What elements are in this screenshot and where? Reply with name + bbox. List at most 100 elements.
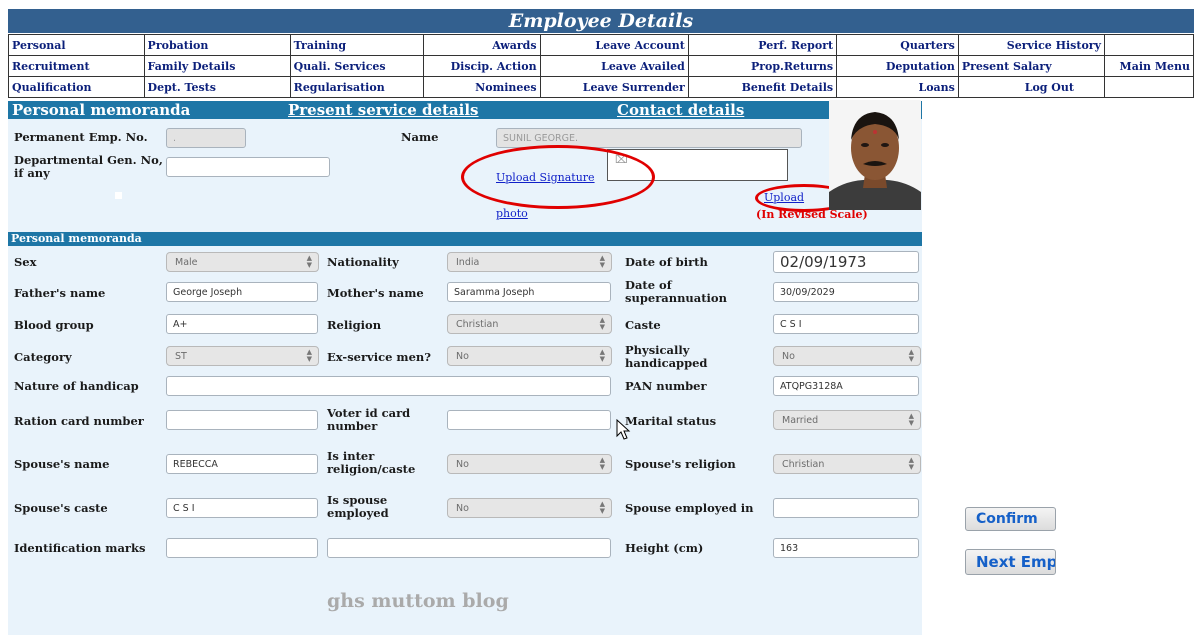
annotation-circle-signature [461, 145, 655, 209]
menu-probation[interactable]: Probation [143, 34, 291, 56]
menu-awards[interactable]: Awards [423, 34, 541, 56]
menu-personal[interactable]: Personal [8, 34, 145, 56]
sex-select[interactable]: Male ▲ ▼ [166, 252, 319, 272]
dob-field[interactable]: 02/09/1973 [773, 251, 919, 273]
menu-prop-returns[interactable]: Prop.Returns [687, 55, 838, 77]
tab-personal-memoranda[interactable]: Personal memoranda [12, 101, 190, 119]
menu-recruitment[interactable]: Recruitment [8, 55, 145, 77]
stepper-icon: ▲ ▼ [908, 348, 914, 363]
spouse-emp-in-field[interactable] [773, 498, 919, 518]
sex-value: Male [175, 257, 198, 268]
spouse-name-field[interactable]: REBECCA [166, 454, 318, 474]
marital-value: Married [782, 415, 819, 426]
panel-header: Personal memoranda Present service detai… [8, 101, 922, 119]
religion-value: Christian [456, 319, 499, 330]
handicap-label: Nature of handicap [14, 379, 139, 393]
inter-select[interactable]: No ▲ ▼ [447, 454, 612, 474]
physically-select[interactable]: No ▲ ▼ [773, 346, 921, 366]
spouse-name-label: Spouse's name [14, 457, 110, 471]
marital-select[interactable]: Married ▲ ▼ [773, 410, 921, 430]
menu-leave-account[interactable]: Leave Account [539, 34, 689, 56]
name-label: Name [401, 130, 439, 144]
menu-loans[interactable]: Loans [836, 76, 959, 98]
menu-deputation[interactable]: Deputation [836, 55, 959, 77]
menu-leave-surrender[interactable]: Leave Surrender [539, 76, 689, 98]
category-select[interactable]: ST ▲ ▼ [166, 346, 319, 366]
spouse-employed-select[interactable]: No ▲ ▼ [447, 498, 612, 518]
father-field[interactable]: George Joseph [166, 282, 318, 302]
caste-label: Caste [625, 318, 661, 332]
voter-label: Voter id card number [327, 406, 411, 433]
menu-family-details[interactable]: Family Details [143, 55, 291, 77]
spouse-religion-select[interactable]: Christian ▲ ▼ [773, 454, 921, 474]
nationality-select[interactable]: India ▲ ▼ [447, 252, 612, 272]
checkbox-marker [115, 192, 122, 199]
category-label: Category [14, 350, 72, 364]
height-field[interactable]: 163 [773, 538, 919, 558]
religion-select[interactable]: Christian ▲ ▼ [447, 314, 612, 334]
menu-quali-services[interactable]: Quali. Services [289, 55, 425, 77]
religion-label: Religion [327, 318, 382, 332]
menu-regularisation[interactable]: Regularisation [289, 76, 425, 98]
stepper-icon: ▲ ▼ [599, 316, 605, 331]
blood-group-field[interactable]: A+ [166, 314, 318, 334]
menu-dept-tests[interactable]: Dept. Tests [143, 76, 291, 98]
spouse-religion-label: Spouse's religion [625, 457, 736, 471]
menu-nominees[interactable]: Nominees [423, 76, 541, 98]
physically-label: Physically handicapped [625, 343, 708, 370]
ex-service-select[interactable]: No ▲ ▼ [447, 346, 612, 366]
stepper-icon: ▲ ▼ [599, 456, 605, 471]
menu-log-out[interactable]: Log Out [957, 76, 1105, 98]
inter-value: No [456, 459, 469, 470]
main-menu: Personal Probation Training Awards Leave… [8, 34, 1194, 98]
tab-contact-details[interactable]: Contact details [617, 101, 744, 119]
menu-training[interactable]: Training [289, 34, 425, 56]
mother-label: Mother's name [327, 286, 424, 300]
pan-field[interactable]: ATQPG3128A [773, 376, 919, 396]
id-marks-field-1[interactable] [166, 538, 318, 558]
spouse-employed-value: No [456, 503, 469, 514]
mother-field[interactable]: Saramma Joseph [447, 282, 611, 302]
photo-link[interactable]: photo [496, 207, 528, 220]
spouse-employed-label: Is spouse employed [327, 493, 389, 520]
stepper-icon: ▲ ▼ [908, 456, 914, 471]
nationality-value: India [456, 257, 480, 268]
confirm-button[interactable]: Confirm [965, 507, 1056, 531]
dob-label: Date of birth [625, 255, 708, 269]
spouse-religion-value: Christian [782, 459, 825, 470]
id-marks-field-2[interactable] [327, 538, 611, 558]
spouse-caste-field[interactable]: C S I [166, 498, 318, 518]
spouse-caste-label: Spouse's caste [14, 501, 108, 515]
menu-qualification[interactable]: Qualification [8, 76, 145, 98]
ration-field[interactable] [166, 410, 318, 430]
menu-main-menu[interactable]: Main Menu [1103, 55, 1194, 77]
ration-label: Ration card number [14, 414, 144, 428]
menu-empty [1103, 76, 1194, 98]
next-emp-button[interactable]: Next Emp [965, 549, 1056, 575]
stepper-icon: ▲ ▼ [599, 348, 605, 363]
father-label: Father's name [14, 286, 106, 300]
menu-present-salary[interactable]: Present Salary [957, 55, 1105, 77]
spouse-emp-in-label: Spouse employed in [625, 501, 754, 515]
dept-gen-field[interactable] [166, 157, 330, 177]
superannuation-field[interactable]: 30/09/2029 [773, 282, 919, 302]
id-marks-label: Identification marks [14, 541, 146, 555]
mouse-cursor-icon [616, 419, 631, 440]
sex-label: Sex [14, 255, 37, 269]
physically-value: No [782, 351, 795, 362]
menu-service-history[interactable]: Service History [957, 34, 1105, 56]
menu-perf-report[interactable]: Perf. Report [687, 34, 838, 56]
menu-discip-action[interactable]: Discip. Action [423, 55, 541, 77]
employee-photo [829, 100, 921, 210]
tab-present-service[interactable]: Present service details [288, 101, 479, 119]
stepper-icon: ▲ ▼ [599, 254, 605, 269]
caste-field[interactable]: C S I [773, 314, 919, 334]
menu-benefit-details[interactable]: Benefit Details [687, 76, 838, 98]
menu-quarters[interactable]: Quarters [836, 34, 959, 56]
voter-field[interactable] [447, 410, 611, 430]
handicap-field[interactable] [166, 376, 611, 396]
menu-leave-availed[interactable]: Leave Availed [539, 55, 689, 77]
emp-no-field[interactable]: . [166, 128, 246, 148]
height-label: Height (cm) [625, 541, 704, 555]
section-personal-memoranda: Personal memoranda [8, 232, 922, 246]
